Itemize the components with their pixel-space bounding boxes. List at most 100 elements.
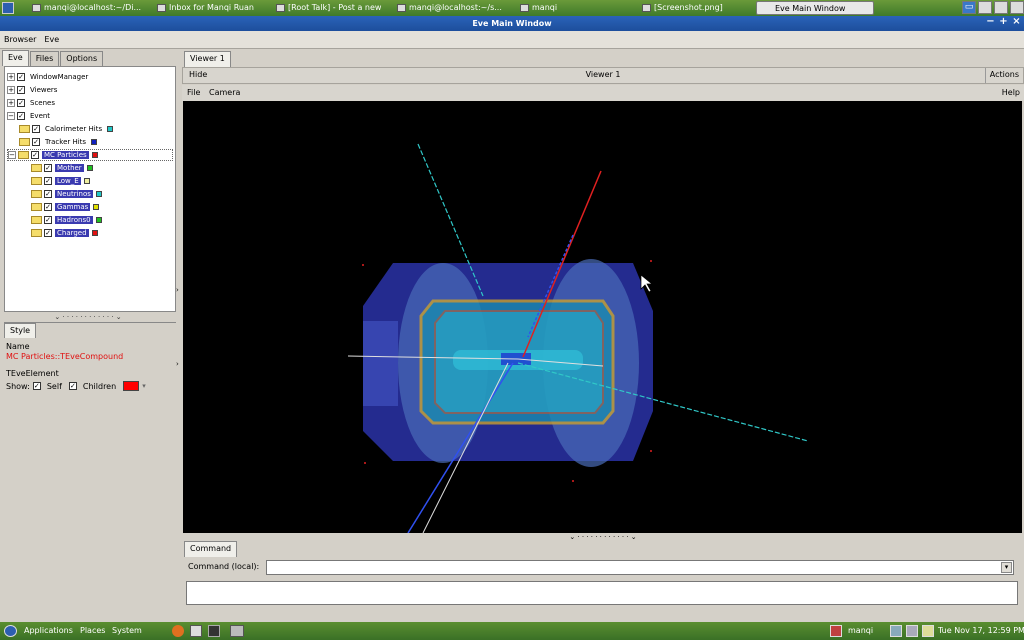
tab-eve[interactable]: Eve [2, 50, 29, 66]
checkbox-scenes[interactable]: ✓ [17, 99, 25, 107]
screenshot-launcher-icon[interactable] [230, 625, 244, 637]
volume-icon[interactable] [906, 625, 918, 637]
viewer-splitter[interactable]: ⌄ · · · · · · · · · · · · ⌄ [182, 533, 1024, 541]
command-input[interactable]: ▾ [266, 560, 1014, 575]
terminal-icon [397, 4, 406, 12]
tree-item-neutrinos[interactable]: ✓ Neutrinos [31, 188, 102, 200]
maximize-icon[interactable]: + [998, 17, 1009, 28]
task-mail[interactable]: Inbox for Manqi Ruan [155, 1, 267, 15]
tree-item-scenes[interactable]: + ✓ Scenes [7, 97, 57, 109]
task-terminal-1[interactable]: manqi@localhost:~/Di... [30, 1, 150, 15]
color-swatch [83, 178, 90, 184]
tree-item-windowmanager[interactable]: + ✓ WindowManager [7, 71, 90, 83]
tree-item-low-e[interactable]: ✓ Low_E [31, 175, 90, 187]
command-label: Command (local): [188, 562, 260, 571]
close-icon[interactable]: × [1011, 17, 1022, 28]
checkbox-charged[interactable]: ✓ [44, 229, 52, 237]
clock[interactable]: Tue Nov 17, 12:59 PM [938, 626, 1024, 635]
minimize-icon[interactable]: − [985, 17, 996, 28]
checkbox-event[interactable]: ✓ [17, 112, 25, 120]
menu-file[interactable]: File [187, 88, 200, 97]
checkbox-neutrinos[interactable]: ✓ [44, 190, 52, 198]
self-checkbox[interactable]: ✓ [32, 382, 41, 390]
left-splitter[interactable]: ⌄ · · · · · · · · · · · · ⌄ [0, 313, 176, 321]
expand-icon[interactable]: + [7, 73, 15, 81]
panel-collapse-handle-2[interactable]: › [176, 360, 181, 370]
tree-item-hadrons0[interactable]: ✓ Hadrons0 [31, 214, 102, 226]
update-icon[interactable] [922, 625, 934, 637]
panel-collapse-handle[interactable]: › [176, 286, 181, 296]
checkbox-mother[interactable]: ✓ [44, 164, 52, 172]
checkbox-calorimeter-hits[interactable]: ✓ [32, 125, 40, 133]
tab-files[interactable]: Files [29, 51, 60, 66]
menu-system[interactable]: System [112, 626, 142, 635]
task-manqi[interactable]: manqi [518, 1, 628, 15]
folder-icon [31, 190, 42, 198]
folder-icon [31, 203, 42, 211]
tree-item-event[interactable]: − ✓ Event [7, 110, 52, 122]
tree-item-calorimeter-hits[interactable]: ✓ Calorimeter Hits [19, 123, 114, 135]
command-history-dropdown-icon[interactable]: ▾ [1001, 562, 1012, 573]
checkbox-gammas[interactable]: ✓ [44, 203, 52, 211]
tree-item-viewers[interactable]: + ✓ Viewers [7, 84, 59, 96]
workspace-4-icon[interactable] [1010, 1, 1024, 14]
task-terminal-2[interactable]: manqi@localhost:~/s... [395, 1, 515, 15]
menu-help[interactable]: Help [1002, 88, 1020, 97]
collapse-icon[interactable]: − [8, 151, 16, 159]
firefox-launcher-icon[interactable] [172, 625, 184, 637]
expand-icon[interactable]: + [7, 99, 15, 107]
checkbox-low-e[interactable]: ✓ [44, 177, 52, 185]
tab-viewer-1[interactable]: Viewer 1 [184, 51, 231, 67]
network-icon[interactable] [890, 625, 902, 637]
name-value: MC Particles::TEveCompound [6, 352, 124, 361]
tab-options[interactable]: Options [60, 51, 104, 66]
folder-icon [31, 177, 42, 185]
color-dropdown-icon[interactable]: ▾ [142, 382, 146, 390]
checkbox-viewers[interactable]: ✓ [17, 86, 25, 94]
workspace-icon[interactable]: ▭ [962, 1, 976, 14]
terminal-launcher-icon[interactable] [208, 625, 220, 637]
checkbox-mc-particles[interactable]: ✓ [31, 151, 39, 159]
menu-applications[interactable]: Applications [24, 626, 73, 635]
viewer-title: Viewer 1 [585, 70, 621, 79]
checkbox-tracker-hits[interactable]: ✓ [32, 138, 40, 146]
menu-camera[interactable]: Camera [209, 88, 240, 97]
workspace-2-icon[interactable] [978, 1, 992, 14]
menu-browser[interactable]: Browser [4, 31, 36, 48]
user-name[interactable]: manqi [848, 626, 873, 635]
folder-icon [19, 125, 30, 133]
color-swatch [95, 191, 102, 197]
hit-point [650, 260, 652, 262]
mail-icon [157, 4, 166, 12]
menu-places[interactable]: Places [80, 626, 105, 635]
fedora-menu-icon[interactable] [2, 2, 14, 14]
left-tabs: Eve Files Options [0, 50, 176, 66]
checkbox-hadrons0[interactable]: ✓ [44, 216, 52, 224]
show-label: Show: [6, 381, 30, 391]
workspace-3-icon[interactable] [994, 1, 1008, 14]
tree-item-mother[interactable]: ✓ Mother [31, 162, 93, 174]
mail-launcher-icon[interactable] [190, 625, 202, 637]
children-color-button[interactable] [123, 381, 140, 391]
gl-viewer-canvas[interactable] [183, 101, 1022, 533]
checkbox-windowmanager[interactable]: ✓ [17, 73, 25, 81]
tree-item-mc-particles[interactable]: − ✓ MC Particles [7, 149, 173, 161]
children-checkbox[interactable]: ✓ [68, 382, 77, 390]
self-label: Self [46, 381, 62, 391]
task-eve-main-window[interactable]: Eve Main Window [756, 1, 874, 15]
collapse-icon[interactable]: − [7, 112, 15, 120]
expand-icon[interactable]: + [7, 86, 15, 94]
folder-icon [19, 138, 30, 146]
color-swatch [91, 152, 98, 158]
task-screenshot[interactable]: [Screenshot.png] [640, 1, 752, 15]
tab-style[interactable]: Style [4, 323, 37, 338]
tree-item-tracker-hits[interactable]: ✓ Tracker Hits [19, 136, 98, 148]
tree-item-charged[interactable]: ✓ Charged [31, 227, 98, 239]
eve-tree: + ✓ WindowManager + ✓ Viewers + ✓ Scenes − ✓ Eve… [4, 66, 176, 312]
menu-eve[interactable]: Eve [44, 31, 59, 48]
tab-command[interactable]: Command [184, 541, 238, 557]
task-browser[interactable]: [Root Talk] - Post a new [274, 1, 392, 15]
tree-item-gammas[interactable]: ✓ Gammas [31, 201, 100, 213]
actions-button[interactable]: Actions [984, 68, 1023, 83]
viewer-header: Hide Viewer 1 Actions [182, 67, 1024, 84]
